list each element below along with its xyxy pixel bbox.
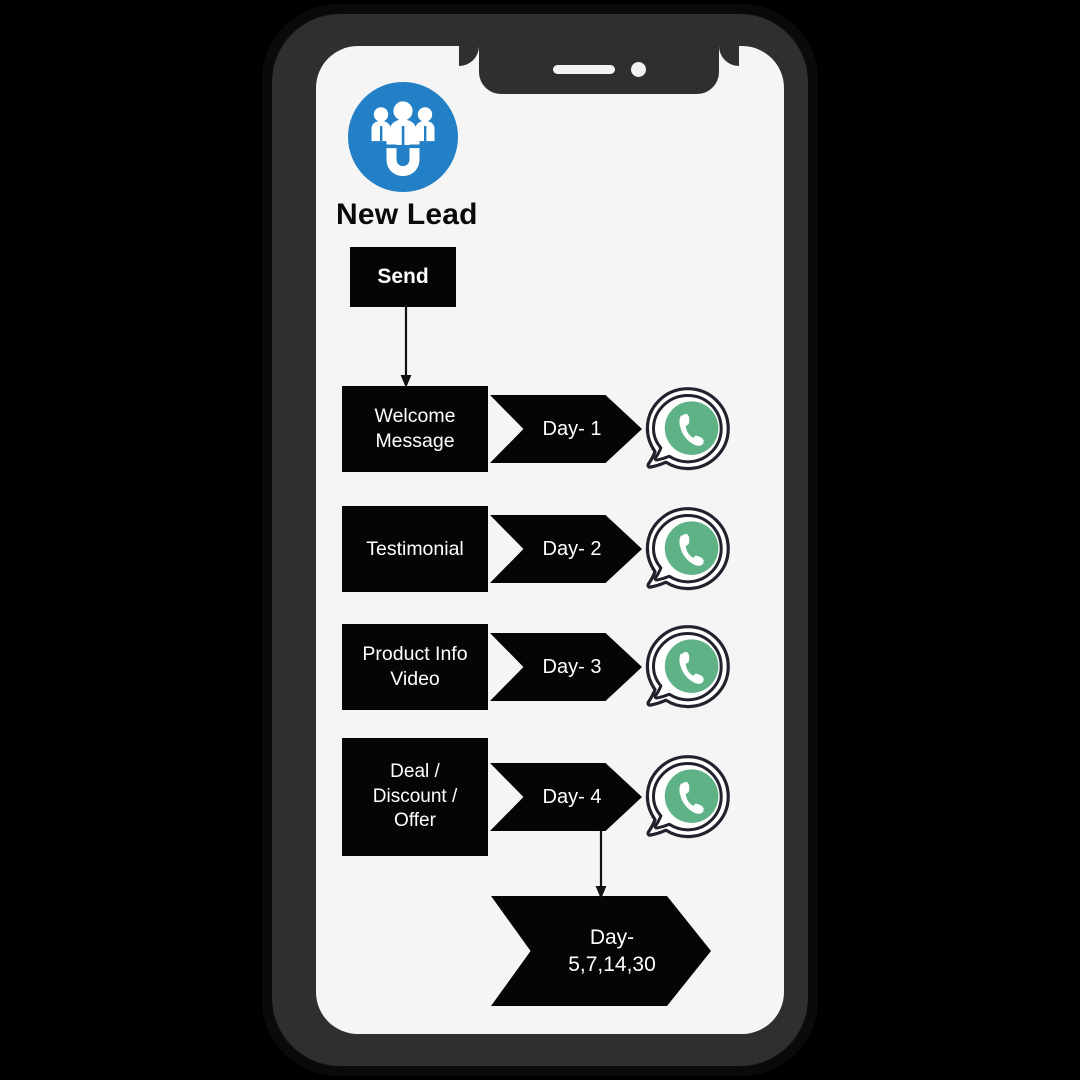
final-chevron-line: 5,7,14,30 xyxy=(568,953,656,976)
flow-label-line: Welcome xyxy=(374,405,456,428)
whatsapp-icon[interactable] xyxy=(638,752,732,846)
final-day-chevron[interactable]: Day- 5,7,14,30 xyxy=(491,896,711,1006)
phone-screen: New Lead Send Welcome Message Day- 1 Tes… xyxy=(316,46,784,1034)
whatsapp-icon[interactable] xyxy=(638,504,732,598)
day-chevron-1[interactable]: Day- 1 xyxy=(490,395,642,463)
flow-label-deal-discount-offer[interactable]: Deal / Discount / Offer xyxy=(342,738,488,856)
flow-label-testimonial[interactable]: Testimonial xyxy=(342,506,488,592)
notch-corner-left xyxy=(459,46,479,66)
phone-frame: New Lead Send Welcome Message Day- 1 Tes… xyxy=(262,4,818,1076)
flow-row: Welcome Message Day- 1 xyxy=(342,386,772,472)
final-chevron-line: Day- xyxy=(589,925,635,949)
phone-body: New Lead Send Welcome Message Day- 1 Tes… xyxy=(272,14,808,1066)
phone-notch xyxy=(479,46,719,94)
flow-label-line: Product Info xyxy=(362,643,468,666)
front-camera-icon xyxy=(631,62,646,77)
connector-day4-to-final xyxy=(595,831,607,899)
whatsapp-icon[interactable] xyxy=(638,384,732,478)
notch-corner-right xyxy=(719,46,739,66)
flow-label-line: Discount / xyxy=(372,785,458,807)
whatsapp-icon[interactable] xyxy=(638,622,732,716)
flow-label-line: Deal / xyxy=(390,760,440,782)
flow-row: Product Info Video Day- 3 xyxy=(342,624,772,710)
day-chevron-2[interactable]: Day- 2 xyxy=(490,515,642,583)
day-chevron-3[interactable]: Day- 3 xyxy=(490,633,642,701)
flow-label-line: Testimonial xyxy=(366,537,464,560)
flow-label-product-info-video[interactable]: Product Info Video xyxy=(342,624,488,710)
connector-send-to-welcome xyxy=(400,304,412,388)
flow-row: Testimonial Day- 2 xyxy=(342,506,772,592)
screen-content: New Lead Send Welcome Message Day- 1 Tes… xyxy=(316,46,784,1034)
speaker-bar-icon xyxy=(553,65,615,74)
day-chevron-4[interactable]: Day- 4 xyxy=(490,763,642,831)
page-title: New Lead xyxy=(336,198,478,231)
flow-row: Deal / Discount / Offer Day- 4 xyxy=(342,738,772,856)
flow-label-line: Video xyxy=(390,668,440,690)
flow-label-welcome-message[interactable]: Welcome Message xyxy=(342,386,488,472)
lead-magnet-icon xyxy=(348,82,458,192)
send-node[interactable]: Send xyxy=(350,247,456,307)
flow-label-line: Message xyxy=(375,430,455,452)
flow-label-line: Offer xyxy=(394,810,436,832)
